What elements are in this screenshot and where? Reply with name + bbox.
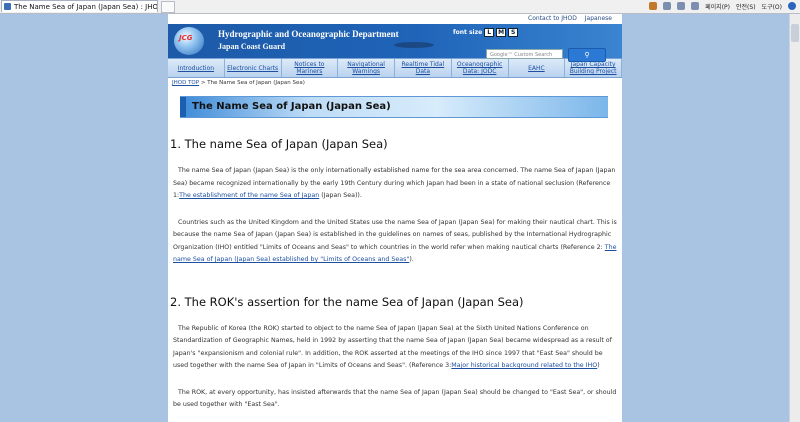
nav-electronic-charts[interactable]: Electronic Charts	[225, 59, 282, 77]
agency-name: Japan Coast Guard	[218, 42, 286, 51]
paragraph-tail: ).	[409, 256, 414, 263]
title-bar: The Name Sea of Japan (Japan Sea)	[180, 96, 608, 118]
breadcrumb-home[interactable]: JHOD TOP	[172, 80, 199, 86]
font-size-label: font size	[453, 29, 483, 36]
breadcrumb-sep: >	[199, 80, 208, 86]
section-1-heading: 1. The name Sea of Japan (Japan Sea)	[170, 137, 388, 151]
section-1-paragraph-2: Countries such as the United Kingdom and…	[173, 217, 617, 267]
breadcrumb: JHOD TOP > The Name Sea of Japan (Japan …	[168, 78, 622, 88]
mail-icon[interactable]	[677, 2, 686, 10]
nav-jodc[interactable]: Oceanographic Data: JODC	[452, 59, 509, 77]
nav-introduction[interactable]: Introduction	[168, 59, 225, 77]
safety-menu[interactable]: 안전(S)	[736, 2, 756, 11]
new-tab-button[interactable]	[161, 1, 175, 13]
paragraph-tail: (Japan Sea)).	[319, 192, 362, 199]
search-icon: ⚲	[584, 51, 590, 59]
site-banner: JCG Hydrographic and Oceanographic Depar…	[168, 24, 622, 62]
search-button[interactable]: ⚲	[568, 48, 606, 62]
font-size-s[interactable]: S	[508, 28, 519, 37]
font-size-m[interactable]: M	[496, 28, 507, 37]
logo-text: JCG	[179, 34, 193, 42]
tab-title: The Name Sea of Japan (Japan Sea) : JHOD	[14, 3, 158, 11]
scrollbar[interactable]	[789, 14, 800, 422]
main-nav: Introduction Electronic Charts Notices t…	[168, 58, 622, 78]
paragraph-tail: )	[597, 362, 600, 369]
paragraph-text: Countries such as the United Kingdom and…	[173, 218, 617, 251]
tools-menu[interactable]: 도구(O)	[762, 2, 782, 11]
reference-3-link[interactable]: Major historical background related to t…	[451, 362, 597, 369]
section-2-heading: 2. The ROK's assertion for the name Sea …	[170, 294, 524, 309]
command-bar: 페이지(P) 안전(S) 도구(O)	[649, 0, 796, 12]
font-size-control: font size L M S	[453, 28, 519, 37]
contact-link[interactable]: Contact to JHOD	[528, 15, 577, 22]
web-page: Contact to JHOD Japanese JCG Hydrographi…	[168, 14, 622, 422]
browser-tab[interactable]: The Name Sea of Japan (Japan Sea) : JHOD	[1, 0, 158, 12]
home-icon[interactable]	[649, 2, 658, 10]
feeds-icon[interactable]	[663, 2, 672, 10]
top-links: Contact to JHOD Japanese	[168, 14, 622, 24]
nav-warnings[interactable]: Navigational Warnings	[338, 59, 395, 77]
scrollbar-thumb[interactable]	[791, 24, 799, 42]
nav-notices[interactable]: Notices to Mariners	[282, 59, 339, 77]
page-title: The Name Sea of Japan (Japan Sea)	[192, 101, 391, 112]
print-icon[interactable]	[691, 2, 700, 10]
nav-eahc[interactable]: EAHC	[509, 59, 566, 77]
island-graphic	[394, 42, 434, 48]
favicon-icon	[4, 3, 11, 10]
font-size-l[interactable]: L	[484, 28, 495, 37]
reference-1-link[interactable]: The establishment of the name Sea of Jap…	[179, 192, 319, 199]
section-2-paragraph-2: The ROK, at every opportunity, has insis…	[173, 388, 617, 409]
browser-toolbar: The Name Sea of Japan (Japan Sea) : JHOD…	[0, 0, 800, 14]
nav-tidal[interactable]: Realtime Tidal Data	[395, 59, 452, 77]
section-2-paragraph-1: The Republic of Korea (the ROK) started …	[173, 323, 617, 373]
department-name: Hydrographic and Oceanographic Departmen…	[218, 29, 399, 39]
page-menu[interactable]: 페이지(P)	[705, 2, 730, 11]
help-icon[interactable]	[788, 2, 796, 10]
japanese-link[interactable]: Japanese	[585, 15, 612, 22]
breadcrumb-current: The Name Sea of Japan (Japan Sea)	[207, 80, 305, 86]
search-input[interactable]: Google™ Custom Search	[486, 49, 563, 59]
section-1-paragraph-1: The name Sea of Japan (Japan Sea) is the…	[173, 165, 617, 203]
